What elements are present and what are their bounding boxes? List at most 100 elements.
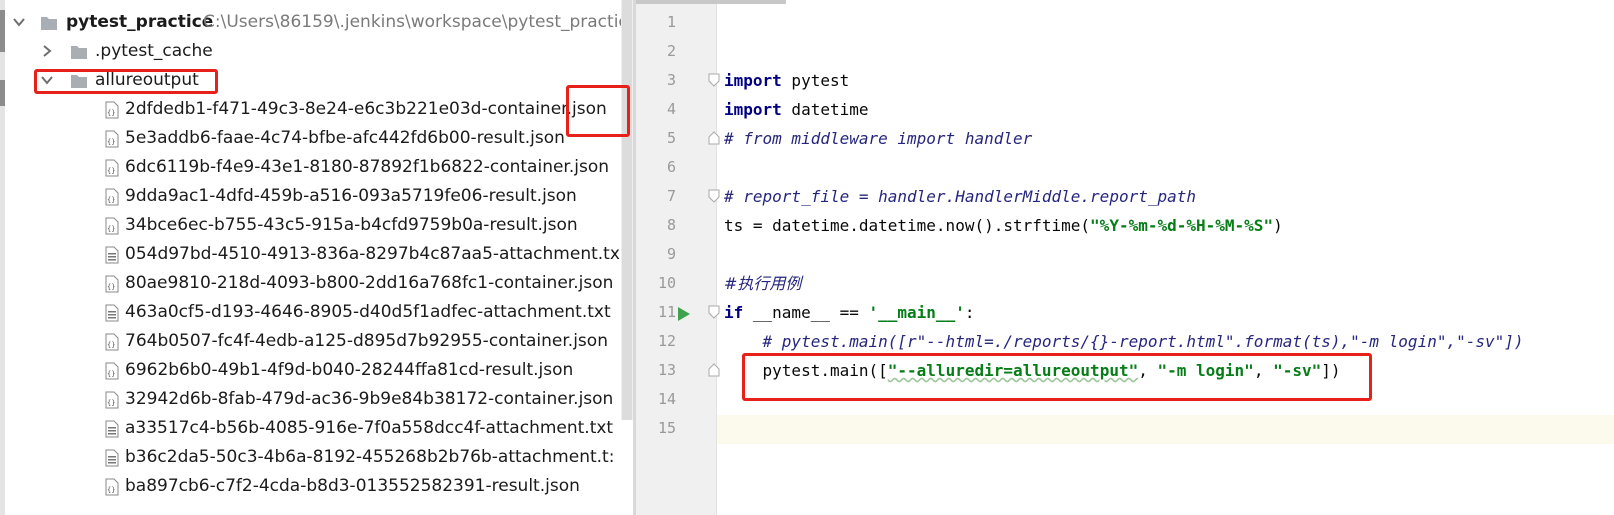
tree-scrollbar[interactable] <box>621 0 633 420</box>
fold-start-icon[interactable] <box>708 189 720 203</box>
json-file-icon: {} <box>105 101 119 119</box>
code-text: ) <box>1273 216 1283 235</box>
line-number: 8 <box>666 216 676 234</box>
code-text: pytest <box>781 71 850 90</box>
line-number: 9 <box>666 245 676 263</box>
file-name: 2dfdedb1-f471-49c3-8e24-e6c3b221e03d-con… <box>125 99 607 119</box>
tree-file[interactable]: {} 9dda9ac1-4dfd-459b-a516-093a5719fe06-… <box>0 182 634 211</box>
file-name: a33517c4-b56b-4085-916e-7f0a558dcc4f-att… <box>125 418 614 438</box>
svg-text:{}: {} <box>107 138 115 146</box>
json-file-icon: {} <box>105 188 119 206</box>
current-line-highlight <box>717 415 1614 444</box>
fold-end-icon[interactable] <box>708 363 720 377</box>
project-name: pytest_practice <box>66 12 214 32</box>
fold-start-icon[interactable] <box>708 73 720 87</box>
json-file-icon: {} <box>105 159 119 177</box>
tree-file[interactable]: 054d97bd-4510-4913-836a-8297b4c87aa5-att… <box>0 240 634 269</box>
line-number: 14 <box>657 390 676 408</box>
tree-file[interactable]: {} 6dc6119b-f4e9-43e1-8180-87892f1b6822-… <box>0 153 634 182</box>
svg-text:{}: {} <box>107 486 115 494</box>
tree-file[interactable]: 463a0cf5-d193-4646-8905-d40d5f1adfec-att… <box>0 298 634 327</box>
code-text: datetime <box>781 100 869 119</box>
tree-file[interactable]: {} 6962b6b0-49b1-4f9d-b040-28244ffa81cd-… <box>0 356 634 385</box>
code-line-11: if __name__ == '__main__': <box>724 298 974 327</box>
file-name: 34bce6ec-b755-43c5-915a-b4cfd9759b0a-res… <box>125 215 578 235</box>
code-line-7: # report_file = handler.HandlerMiddle.re… <box>724 187 1197 206</box>
folder-icon <box>41 17 57 30</box>
folder-icon <box>71 46 87 59</box>
line-number: 13 <box>657 361 676 379</box>
json-file-icon: {} <box>105 391 119 409</box>
editor-tab-indicator <box>636 0 786 4</box>
tree-file[interactable]: a33517c4-b56b-4085-916e-7f0a558dcc4f-att… <box>0 414 634 443</box>
annotation-box-json <box>566 85 630 137</box>
file-name: 80ae9810-218d-4093-b800-2dd16a768fc1-con… <box>125 273 614 293</box>
code-text: : <box>964 303 975 322</box>
file-name: 764b0507-fc4f-4edb-a125-d895d7b92955-con… <box>125 331 608 351</box>
file-name: 054d97bd-4510-4913-836a-8297b4c87aa5-att… <box>125 244 620 264</box>
project-path: C:\Users\86159\.jenkins\workspace\pytest… <box>203 12 628 32</box>
keyword: import <box>724 100 782 119</box>
json-file-icon: {} <box>105 130 119 148</box>
tree-file[interactable]: {} 5e3addb6-faae-4c74-bfbe-afc442fd6b00-… <box>0 124 634 153</box>
line-number: 4 <box>666 100 676 118</box>
json-file-icon: {} <box>105 362 119 380</box>
tree-file[interactable]: {} 2dfdedb1-f471-49c3-8e24-e6c3b221e03d-… <box>0 95 634 124</box>
file-name: 32942d6b-8fab-479d-ac36-9b9e84b38172-con… <box>125 389 614 409</box>
string-literal: "%Y-%m-%d-%H-%M-%S" <box>1090 216 1274 235</box>
text-file-icon <box>105 449 119 467</box>
chevron-right-icon[interactable] <box>40 44 54 58</box>
chevron-down-icon[interactable] <box>12 15 26 29</box>
svg-text:{}: {} <box>107 225 115 233</box>
line-number: 12 <box>657 332 676 350</box>
svg-text:{}: {} <box>107 341 115 349</box>
tree-file[interactable]: b36c2da5-50c3-4b6a-8192-455268b2b76b-att… <box>0 443 634 472</box>
text-file-icon <box>105 420 119 438</box>
line-number: 3 <box>666 71 676 89</box>
fold-end-icon[interactable] <box>708 131 720 145</box>
fold-start-icon[interactable] <box>708 305 720 319</box>
file-name: 6962b6b0-49b1-4f9d-b040-28244ffa81cd-res… <box>125 360 574 380</box>
scrollbar-thumb[interactable] <box>622 0 632 420</box>
text-file-icon <box>105 304 119 322</box>
file-name: 5e3addb6-faae-4c74-bfbe-afc442fd6b00-res… <box>125 128 565 148</box>
folder-label: .pytest_cache <box>95 41 213 61</box>
svg-text:{}: {} <box>107 167 115 175</box>
run-icon[interactable] <box>677 306 691 322</box>
file-name: 6dc6119b-f4e9-43e1-8180-87892f1b6822-con… <box>125 157 610 177</box>
code-text: ts = datetime.datetime.now().strftime( <box>724 216 1091 235</box>
svg-text:{}: {} <box>107 399 115 407</box>
tree-file[interactable]: {} 34bce6ec-b755-43c5-915a-b4cfd9759b0a-… <box>0 211 634 240</box>
file-name: b36c2da5-50c3-4b6a-8192-455268b2b76b-att… <box>125 447 615 467</box>
code-text: __name__ == <box>743 303 869 322</box>
line-number: 6 <box>666 158 676 176</box>
line-number: 5 <box>666 129 676 147</box>
keyword: import <box>724 71 782 90</box>
file-name: 463a0cf5-d193-4646-8905-d40d5f1adfec-att… <box>125 302 611 322</box>
file-name: ba897cb6-c7f2-4cda-b8d3-013552582391-res… <box>125 476 580 496</box>
code-line-8: ts = datetime.datetime.now().strftime("%… <box>724 211 1283 240</box>
code-line-3: import pytest <box>724 66 849 95</box>
tree-file[interactable]: {} 32942d6b-8fab-479d-ac36-9b9e84b38172-… <box>0 385 634 414</box>
tree-file[interactable]: {} 80ae9810-218d-4093-b800-2dd16a768fc1-… <box>0 269 634 298</box>
file-name: 9dda9ac1-4dfd-459b-a516-093a5719fe06-res… <box>125 186 577 206</box>
tree-file[interactable]: {} ba897cb6-c7f2-4cda-b8d3-013552582391-… <box>0 472 634 501</box>
code-line-12: # pytest.main([r"--html=./reports/{}-rep… <box>724 332 1524 351</box>
code-line-10: #执行用例 <box>724 274 802 293</box>
annotation-box-pytest-main <box>742 353 1372 401</box>
line-number: 15 <box>657 419 676 437</box>
svg-text:{}: {} <box>107 109 115 117</box>
tree-root-row[interactable]: pytest_practice C:\Users\86159\.jenkins\… <box>0 8 634 37</box>
line-number: 1 <box>666 13 676 31</box>
line-number: 2 <box>666 42 676 60</box>
json-file-icon: {} <box>105 333 119 351</box>
line-number: 11 <box>657 303 676 321</box>
tree-folder-pytest-cache[interactable]: .pytest_cache <box>0 37 634 66</box>
string-literal: '__main__' <box>868 303 965 322</box>
code-line-4: import datetime <box>724 95 869 124</box>
tree-file[interactable]: {} 764b0507-fc4f-4edb-a125-d895d7b92955-… <box>0 327 634 356</box>
svg-text:{}: {} <box>107 196 115 204</box>
keyword: if <box>724 303 744 322</box>
text-file-icon <box>105 246 119 264</box>
json-file-icon: {} <box>105 217 119 235</box>
